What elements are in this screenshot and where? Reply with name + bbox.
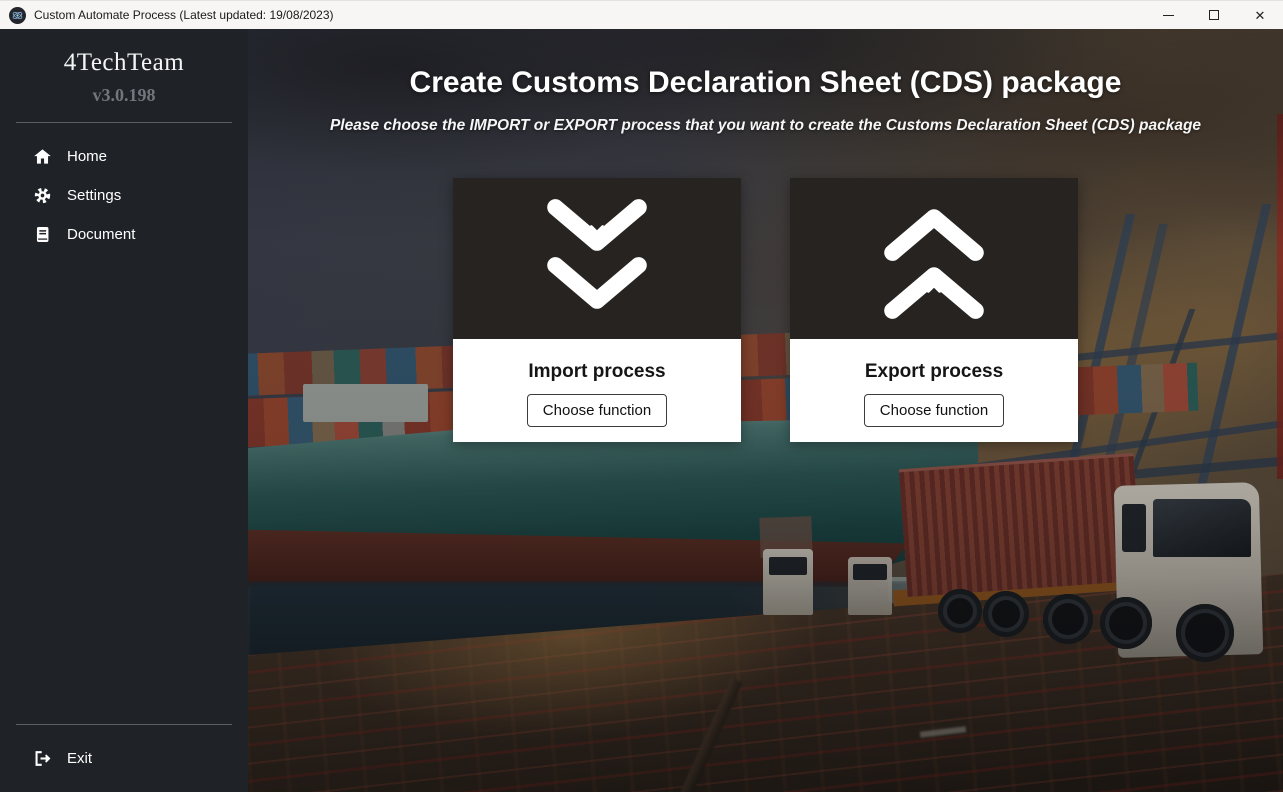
window-title: Custom Automate Process (Latest updated:… (34, 8, 334, 22)
import-card-body: Import process Choose function (453, 339, 741, 442)
minimize-button[interactable] (1145, 1, 1191, 29)
main-panel: Create Customs Declaration Sheet (CDS) p… (248, 29, 1283, 792)
page-subtitle: Please choose the IMPORT or EXPORT proce… (329, 117, 1202, 134)
import-card-label: Import process (528, 361, 666, 382)
import-choose-function-button[interactable]: Choose function (526, 394, 668, 427)
process-cards: Import process Choose function Export pr… (453, 178, 1078, 442)
sidebar-item-label: Exit (67, 750, 93, 767)
brand-block: 4TechTeam v3.0.198 (0, 29, 248, 106)
export-icon-area[interactable] (790, 178, 1078, 339)
app-logo-icon (9, 6, 26, 24)
close-button[interactable]: ✕ (1237, 1, 1283, 29)
sidebar-item-settings[interactable]: Settings (0, 176, 248, 215)
titlebar: Custom Automate Process (Latest updated:… (0, 0, 1283, 29)
document-icon (33, 225, 52, 244)
maximize-button[interactable] (1191, 1, 1237, 29)
app-window: Custom Automate Process (Latest updated:… (0, 0, 1283, 792)
export-process-card: Export process Choose function (790, 178, 1078, 442)
sidebar-footer: Exit (0, 739, 248, 778)
close-icon: ✕ (1254, 7, 1266, 23)
export-card-body: Export process Choose function (790, 339, 1078, 442)
import-icon-area[interactable] (453, 178, 741, 339)
sidebar-divider-top (16, 122, 232, 123)
double-chevron-up-icon (884, 208, 984, 319)
sidebar-divider-bottom (16, 724, 232, 725)
export-card-label: Export process (864, 361, 1004, 382)
sidebar-item-document[interactable]: Document (0, 215, 248, 254)
gear-icon (33, 186, 52, 205)
minimize-icon (1162, 14, 1174, 16)
sidebar-item-label: Document (67, 226, 136, 243)
sidebar: 4TechTeam v3.0.198 Home Settings Documen… (0, 29, 248, 792)
sidebar-item-label: Settings (67, 187, 122, 204)
sidebar-item-label: Home (67, 148, 108, 165)
sidebar-item-exit[interactable]: Exit (0, 739, 248, 778)
home-icon (33, 147, 52, 166)
main-content: Create Customs Declaration Sheet (CDS) p… (248, 29, 1283, 792)
sign-out-icon (33, 749, 52, 768)
page-title: Create Customs Declaration Sheet (CDS) p… (409, 66, 1122, 99)
brand-name: 4TechTeam (63, 49, 185, 76)
app-version: v3.0.198 (92, 85, 156, 105)
window-controls: ✕ (1145, 1, 1283, 29)
export-choose-function-button[interactable]: Choose function (863, 394, 1005, 427)
sidebar-item-home[interactable]: Home (0, 137, 248, 176)
import-process-card: Import process Choose function (453, 178, 741, 442)
window-body: 4TechTeam v3.0.198 Home Settings Documen… (0, 29, 1283, 792)
double-chevron-down-icon (547, 198, 647, 309)
sidebar-nav: Home Settings Document (0, 137, 248, 254)
maximize-icon (1209, 10, 1219, 20)
